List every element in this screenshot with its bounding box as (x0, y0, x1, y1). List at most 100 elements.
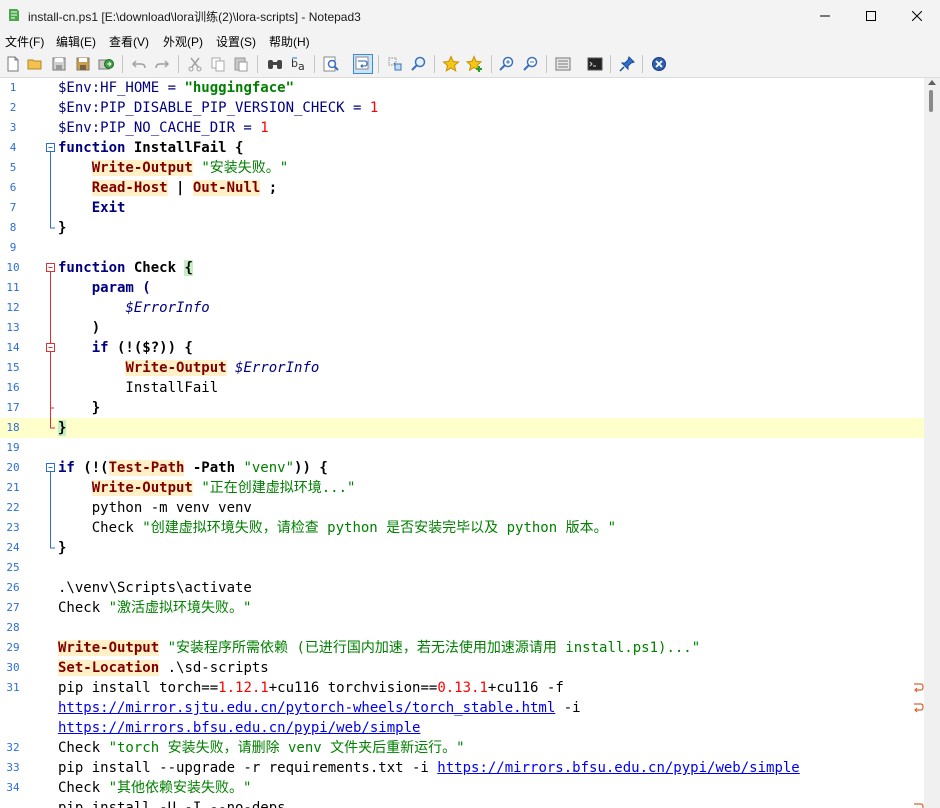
line-number: 17 (6, 401, 20, 414)
code-line: 34 Check "其他依赖安装失败。" (0, 778, 924, 798)
fold-end (50, 218, 55, 229)
document-view-icon[interactable] (554, 55, 572, 73)
editor-area[interactable]: 1 $Env:HF_HOME = "huggingface" 2 $Env:PI… (0, 78, 924, 808)
open-folder-icon[interactable] (26, 55, 44, 73)
code-text: $Env:HF_HOME = "huggingface" (58, 80, 295, 96)
code-text: Write-Output "安装程序所需依赖 (已进行国内加速，若无法使用加速源… (58, 640, 701, 656)
line-number: 3 (9, 121, 17, 134)
redo-icon[interactable] (153, 55, 171, 73)
fold-collapse-icon[interactable] (45, 258, 57, 278)
menu-appearance[interactable]: 外观(P) (163, 33, 203, 50)
line-number: 27 (6, 601, 20, 614)
find-icon[interactable] (266, 55, 284, 73)
add-favorite-icon[interactable] (442, 55, 460, 73)
line-number: 9 (9, 241, 17, 254)
wrap-arrow-icon (914, 683, 924, 693)
find-in-files-icon[interactable] (322, 55, 340, 73)
code-text: Write-Output $ErrorInfo (125, 360, 320, 376)
code-line: 16 InstallFail (0, 378, 924, 398)
line-number: 2 (9, 101, 17, 114)
toolbar-separator (378, 55, 379, 73)
line-number: 1 (9, 81, 17, 94)
zoom-in-icon[interactable] (498, 55, 516, 73)
code-text: } (58, 220, 67, 236)
scroll-up-icon[interactable] (928, 80, 936, 85)
paste-icon[interactable] (232, 55, 250, 73)
scrollbar-thumb[interactable] (929, 90, 933, 112)
line-number: 21 (6, 481, 20, 494)
line-number: 26 (6, 581, 20, 594)
undo-icon[interactable] (130, 55, 148, 73)
code-text: Check "激活虚拟环境失败。" (58, 600, 252, 616)
fold-end (50, 418, 55, 429)
command-prompt-icon[interactable] (586, 55, 604, 73)
code-text: https://mirror.sjtu.edu.cn/pytorch-wheel… (58, 700, 581, 716)
minimize-icon (820, 15, 830, 16)
code-text: $Env:PIP_NO_CACHE_DIR = 1 (58, 120, 269, 136)
toolbar-separator (122, 55, 123, 73)
fold-line (50, 158, 51, 178)
fold-collapse-icon[interactable] (45, 338, 57, 358)
toolbar-separator (642, 55, 643, 73)
vertical-scrollbar[interactable] (924, 78, 940, 808)
pin-icon[interactable] (618, 55, 636, 73)
menu-file[interactable]: 文件(F) (5, 33, 44, 50)
code-text: Write-Output "安装失败。" (91, 160, 289, 176)
fold-collapse-icon[interactable] (45, 458, 57, 478)
minimize-button[interactable] (802, 0, 848, 31)
menu-view[interactable]: 查看(V) (109, 33, 149, 50)
fold-line (50, 518, 51, 538)
code-text: Set-Location .\sd-scripts (58, 660, 269, 676)
window-title: install-cn.ps1 [E:\download\lora训练(2)\lo… (28, 10, 361, 24)
code-line: 13 ) (0, 318, 924, 338)
fold-line (50, 278, 51, 298)
line-number: 23 (6, 521, 20, 534)
menu-help[interactable]: 帮助(H) (269, 33, 310, 50)
url-link[interactable]: https://mirror.sjtu.edu.cn/pytorch-wheel… (58, 700, 555, 716)
close-file-icon[interactable] (650, 55, 668, 73)
code-text: Check "其他依赖安装失败。" (58, 780, 252, 796)
url-link[interactable]: https://mirrors.bfsu.edu.cn/pypi/web/sim… (58, 720, 420, 736)
fold-line (50, 478, 51, 498)
code-text: InstallFail (58, 380, 219, 396)
code-text: if (!(Test-Path -Path "venv")) { (58, 460, 328, 476)
zoom-find-icon[interactable] (410, 55, 428, 73)
cut-icon[interactable] (186, 55, 204, 73)
replace-icon[interactable]: ba (290, 55, 308, 73)
copy-icon[interactable] (209, 55, 227, 73)
menu-edit[interactable]: 编辑(E) (56, 33, 96, 50)
close-button[interactable] (894, 0, 940, 31)
maximize-button[interactable] (848, 0, 894, 31)
menu-settings[interactable]: 设置(S) (216, 33, 256, 50)
svg-text:a: a (298, 60, 305, 73)
code-line: 3 $Env:PIP_NO_CACHE_DIR = 1 (0, 118, 924, 138)
code-line: 33 pip install --upgrade -r requirements… (0, 758, 924, 778)
new-file-icon[interactable] (4, 55, 22, 73)
code-line-wrapped: https://mirrors.bfsu.edu.cn/pypi/web/sim… (0, 718, 924, 738)
code-text: pip install --upgrade -r requirements.tx… (58, 760, 800, 776)
toolbar-separator (314, 55, 315, 73)
code-line: 21 Write-Output "正在创建虚拟环境..." (0, 478, 924, 498)
code-line: 1 $Env:HF_HOME = "huggingface" (0, 78, 924, 98)
code-text: if (!($?)) { (58, 340, 193, 356)
code-text: Check "torch 安装失败，请删除 venv 文件夹后重新运行。" (58, 740, 465, 756)
zoom-out-icon[interactable] (522, 55, 540, 73)
fold-line (50, 178, 51, 198)
code-text: param ( (58, 280, 151, 296)
code-line: 15 Write-Output $ErrorInfo (0, 358, 924, 378)
word-wrap-icon[interactable] (353, 54, 373, 74)
line-number: 11 (6, 281, 20, 294)
favorites-icon[interactable] (466, 55, 484, 73)
line-number: 16 (6, 381, 20, 394)
fold-collapse-icon[interactable] (45, 138, 57, 158)
url-link[interactable]: https://mirrors.bfsu.edu.cn/pypi/web/sim… (437, 760, 799, 776)
select-block-icon[interactable] (386, 55, 404, 73)
title-bar: install-cn.ps1 [E:\download\lora训练(2)\lo… (0, 0, 940, 31)
line-number: 8 (9, 221, 17, 234)
code-text: function InstallFail { (58, 140, 244, 156)
save-as-icon[interactable] (74, 55, 92, 73)
code-line: 8 } (0, 218, 924, 238)
save-icon[interactable] (50, 55, 68, 73)
code-text: $ErrorInfo (125, 300, 210, 316)
browse-icon[interactable] (97, 55, 115, 73)
